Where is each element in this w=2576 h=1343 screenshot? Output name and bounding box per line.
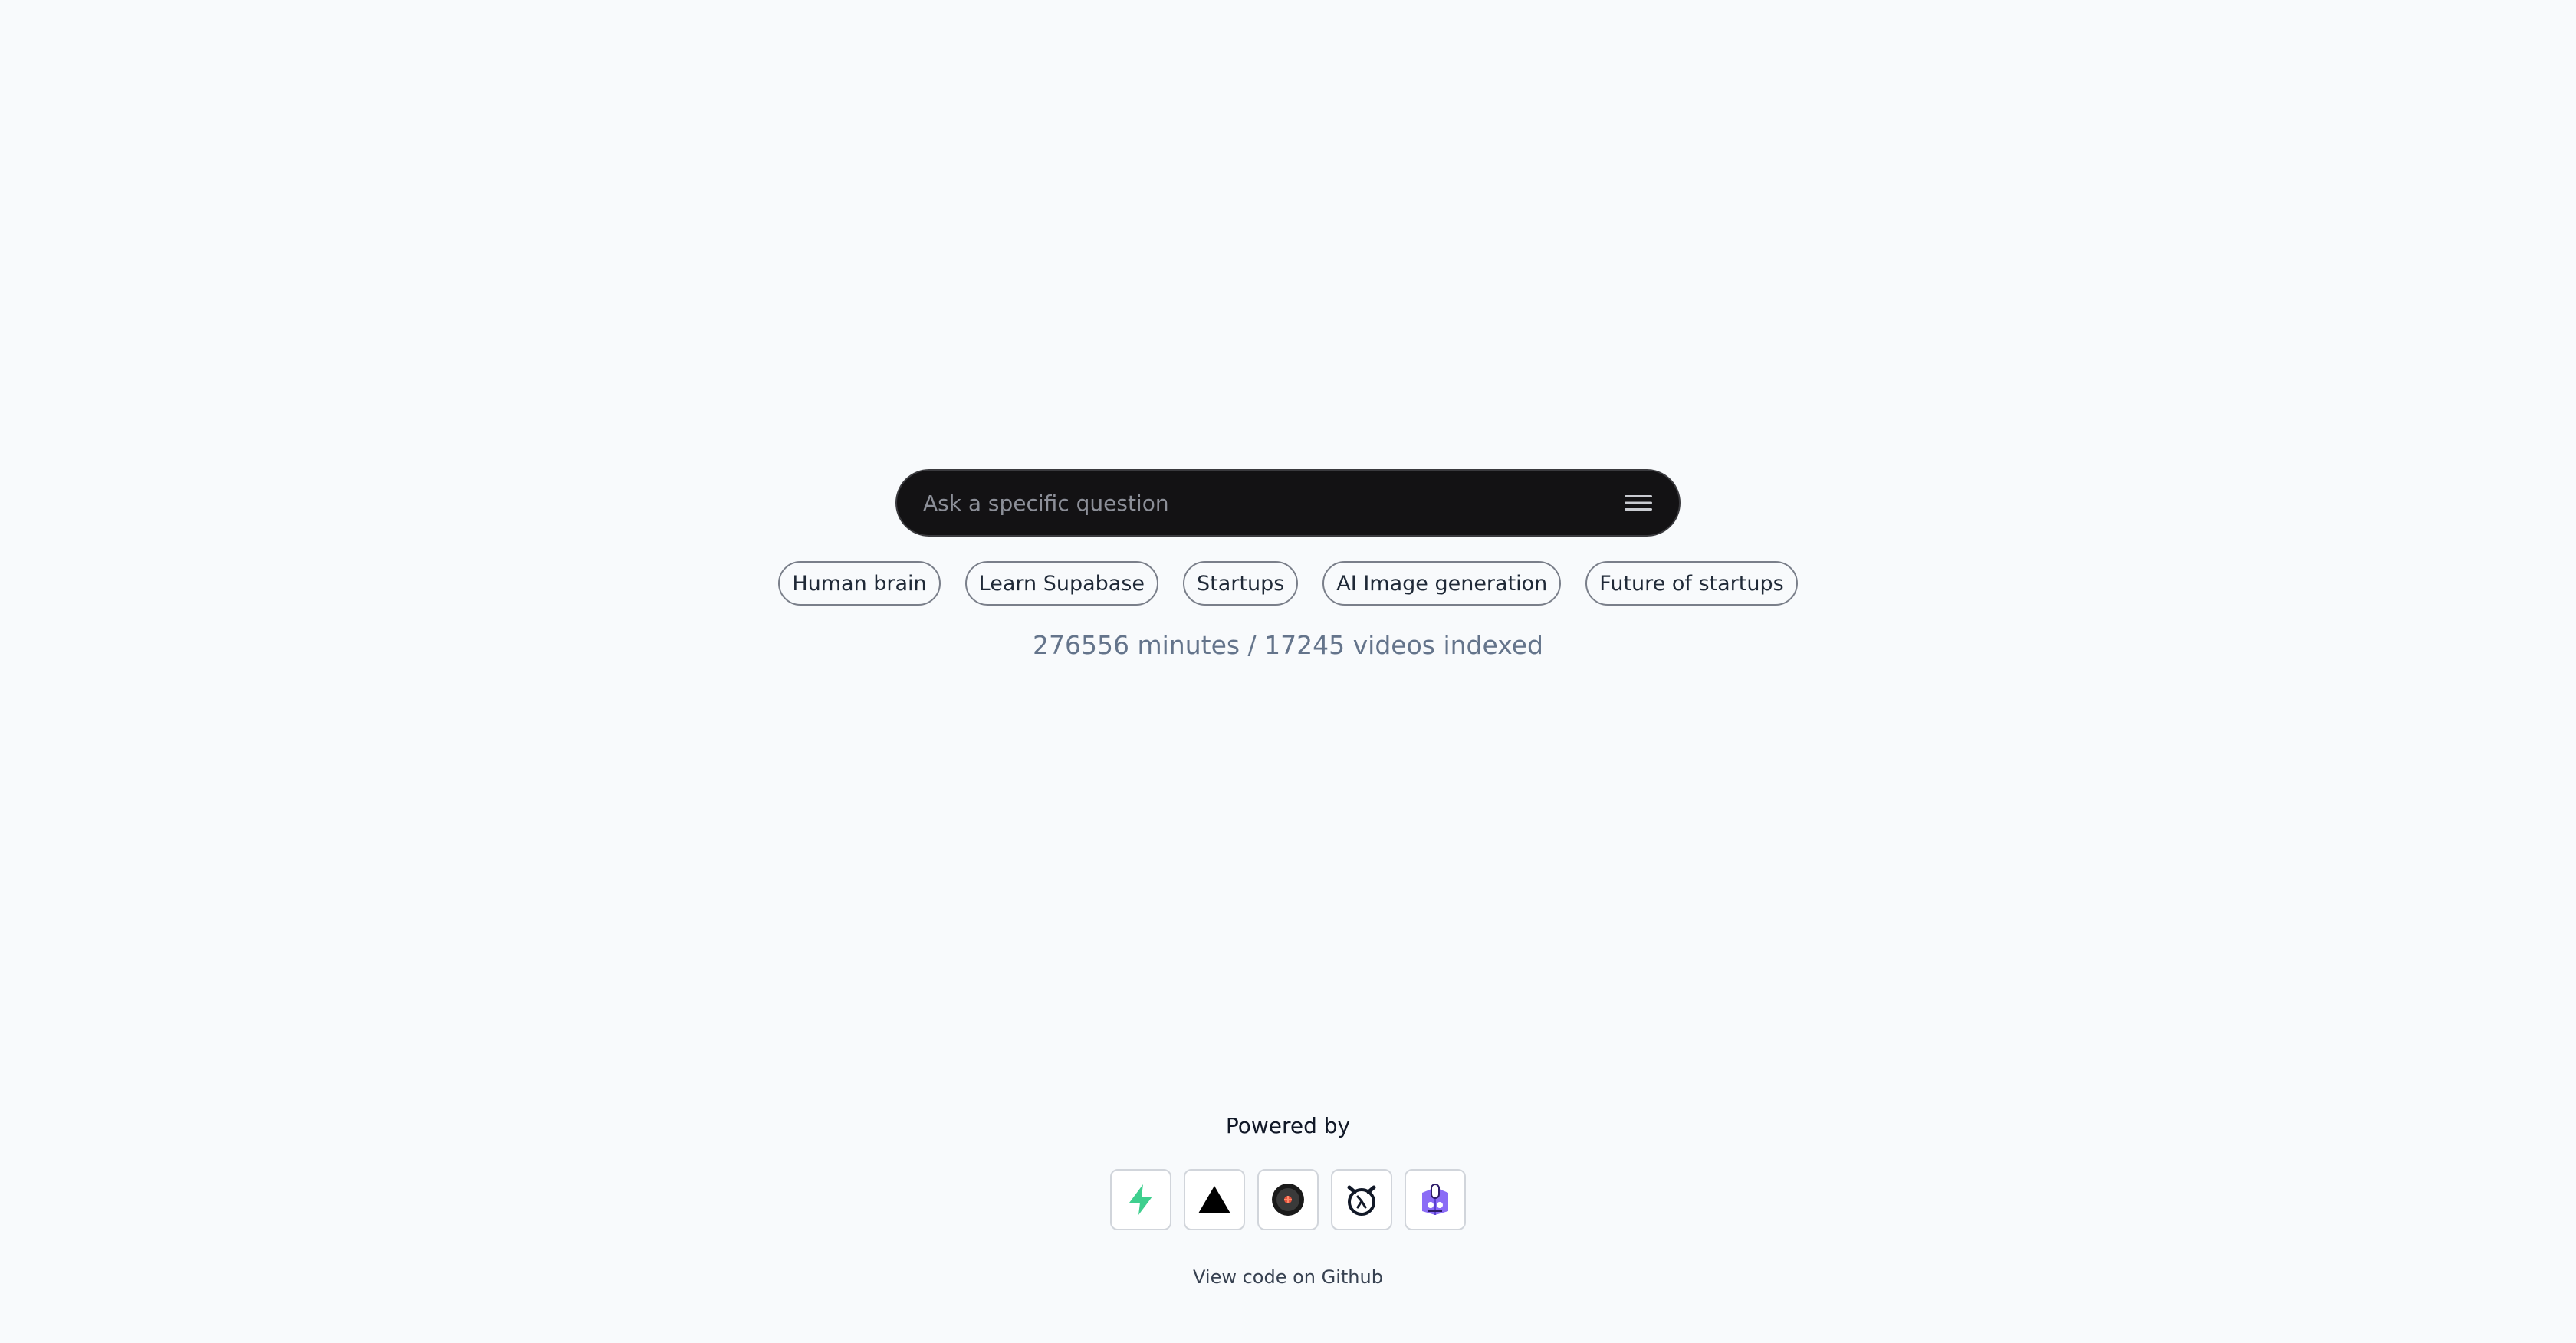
suggestion-chip-human-brain[interactable]: Human brain xyxy=(778,561,941,606)
vercel-logo-link[interactable] xyxy=(1184,1169,1245,1230)
supabase-logo-link[interactable] xyxy=(1110,1169,1171,1230)
suggestion-chip-future-of-startups[interactable]: Future of startups xyxy=(1585,561,1798,606)
extension-icon xyxy=(1422,1184,1448,1215)
extension-logo-link[interactable] xyxy=(1405,1169,1466,1230)
github-link[interactable]: View code on Github xyxy=(0,1266,2576,1288)
powered-by-label: Powered by xyxy=(1225,1113,1351,1138)
openai-icon xyxy=(1347,1185,1376,1216)
powered-by-logos xyxy=(0,1169,2576,1230)
page: Human brain Learn Supabase Startups AI I… xyxy=(0,0,2576,1343)
suggestion-chips: Human brain Learn Supabase Startups AI I… xyxy=(0,561,2576,606)
index-stats: 276556 minutes / 17245 videos indexed xyxy=(1033,630,1543,660)
replicate-icon xyxy=(1272,1184,1304,1216)
openai-logo-link[interactable] xyxy=(1331,1169,1392,1230)
replicate-logo-link[interactable] xyxy=(1257,1169,1319,1230)
suggestion-chip-learn-supabase[interactable]: Learn Supabase xyxy=(964,561,1159,606)
search-input[interactable] xyxy=(922,470,1624,536)
menu-icon[interactable] xyxy=(1624,491,1653,514)
vercel-icon xyxy=(1198,1186,1230,1213)
suggestion-chip-ai-image-generation[interactable]: AI Image generation xyxy=(1322,561,1562,606)
suggestion-chip-startups[interactable]: Startups xyxy=(1183,561,1299,606)
supabase-icon xyxy=(1129,1184,1152,1215)
search-bar xyxy=(895,469,1681,537)
